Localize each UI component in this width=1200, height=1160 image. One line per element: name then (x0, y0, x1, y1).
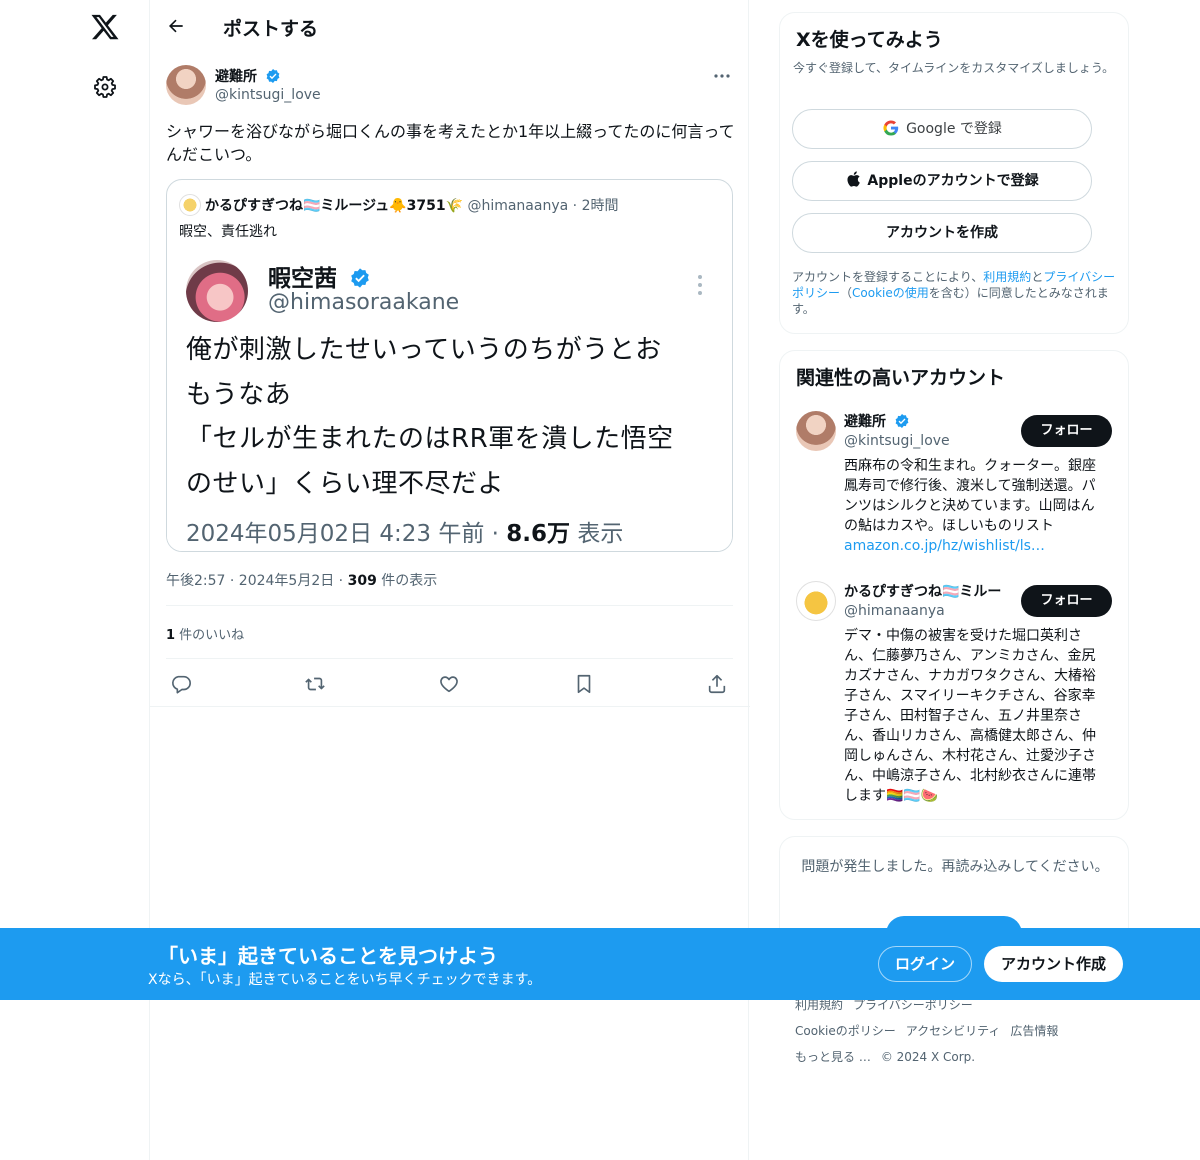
related-account[interactable]: かるぴすぎつね🏳️‍⚧️ミルー @himanaanya フォロー デマ・中傷の被… (796, 581, 1116, 806)
avatar[interactable] (796, 411, 836, 451)
post-text: シャワーを浴びながら堀口くんの事を考えたとか1年以上綴ってたのに何言ってんだこい… (166, 122, 735, 164)
divider (150, 706, 750, 707)
image-line: 「セルが生まれたのはRR軍を潰した悟空 (186, 424, 674, 454)
related-accounts-card: 関連性の高いアカウント 避難所 @kintsugi_love フォロー 西麻布の… (779, 350, 1129, 820)
reply-icon[interactable] (170, 673, 192, 695)
like-count[interactable]: 1 件のいいね (166, 624, 244, 643)
footer-link-terms[interactable]: 利用規約 (795, 998, 843, 1012)
signup-button[interactable]: アカウント作成 (984, 946, 1123, 982)
more-icon[interactable] (712, 66, 732, 86)
related-title: 関連性の高いアカウント (796, 367, 1006, 389)
image-author-name-text: 暇空茜 (268, 266, 337, 292)
legal-text: （ (840, 286, 853, 300)
google-signup-button[interactable]: Google で登録 (792, 109, 1092, 149)
image-author-name: 暇空茜 (268, 259, 371, 293)
image-views-count: 8.6万 (506, 521, 571, 547)
legal-text: と (1031, 270, 1044, 284)
verified-icon (266, 69, 280, 83)
signup-legal: アカウントを登録することにより、利用規約とプライバシーポリシー（Cookieの使… (792, 269, 1122, 317)
terms-link[interactable]: 利用規約 (983, 270, 1031, 284)
signup-title: Xを使ってみよう (796, 29, 943, 51)
like-icon[interactable] (438, 673, 460, 695)
image-author-handle: @himasoraakane (268, 290, 460, 315)
quote-timestamp[interactable]: 2時間 (582, 198, 619, 214)
page-title: ポストする (223, 18, 319, 40)
top-bar: ポストする (150, 0, 750, 54)
divider (166, 658, 733, 659)
related-account-bio: 西麻布の令和生まれ。クォーター。銀座鳳寿司で修行後、渡米して強制送還。パンツはシ… (844, 456, 1106, 556)
error-message: 問題が発生しました。再読み込みしてください。 (801, 859, 1109, 875)
signup-card: Xを使ってみよう 今すぐ登録して、タイムラインをカスタマイズしましょう。 Goo… (779, 12, 1129, 334)
related-account[interactable]: 避難所 @kintsugi_love フォロー 西麻布の令和生まれ。クォーター。… (796, 411, 1116, 561)
image-line: もうなあ (186, 379, 292, 410)
footer-link-more[interactable]: もっと見る … (795, 1050, 871, 1064)
follow-button[interactable]: フォロー (1021, 415, 1112, 447)
footer-link-ads[interactable]: 広告情報 (1010, 1024, 1058, 1038)
login-button[interactable]: ログイン (878, 946, 972, 982)
retweet-icon[interactable] (304, 673, 326, 695)
verified-icon (351, 268, 369, 288)
image-meta: 2024年05月02日 4:23 午前 · 8.6万 表示 (186, 514, 623, 548)
google-icon (883, 120, 899, 136)
footer-link-privacy[interactable]: プライバシーポリシー (853, 998, 973, 1012)
cookie-link[interactable]: Cookieの使用 (852, 286, 929, 300)
apple-signup-button[interactable]: Appleのアカウントで登録 (792, 161, 1092, 201)
banner-subtitle: Xなら、「いま」起きていることをいち早くチェックできます。 (148, 972, 542, 988)
login-banner: 「いま」起きていることを見つけよう Xなら、「いま」起きていることをいち早くチェ… (0, 928, 1200, 1000)
quote-separator: · (572, 198, 578, 214)
quote-avatar[interactable] (179, 194, 201, 216)
apple-icon (847, 171, 861, 187)
post-meta: 午後2:57 · 2024年5月2日 · 309 件の表示 (166, 570, 437, 590)
related-account-handle[interactable]: @himanaanya (844, 603, 945, 619)
image-avatar (186, 260, 248, 322)
gear-icon[interactable] (93, 75, 117, 99)
apple-signup-label: Appleのアカウントで登録 (867, 173, 1039, 189)
footer-link-accessibility[interactable]: アクセシビリティ (906, 1024, 1001, 1038)
image-post-text: 俺が刺激したせいっていうのちがうとお もうなあ 「セルが生まれたのはRR軍を潰し… (186, 328, 716, 506)
bio-text: 西麻布の令和生まれ。クォーター。銀座鳳寿司で修行後、渡米して強制送還。パンツはシ… (844, 458, 1096, 534)
related-account-bio: デマ・中傷の被害を受けた堀口英利さん、仁藤夢乃さん、アンミカさん、金尻カズナさん… (844, 628, 1096, 804)
follow-button[interactable]: フォロー (1021, 585, 1112, 617)
create-account-button[interactable]: アカウントを作成 (792, 213, 1092, 253)
like-number: 1 (166, 628, 176, 643)
image-line: のせい」くらい理不尽だよ (186, 468, 505, 499)
author-handle[interactable]: @kintsugi_love (215, 87, 321, 103)
author-name[interactable]: 避難所 (215, 66, 281, 86)
arrow-left-icon[interactable] (166, 16, 186, 36)
view-count: 309 (347, 573, 377, 589)
related-account-name[interactable]: かるぴすぎつね🏳️‍⚧️ミルー (844, 581, 1001, 601)
quote-image[interactable]: 暇空茜 @himasoraakane 俺が刺激したせいっていうのちがうとお もう… (167, 246, 732, 551)
divider (166, 605, 733, 606)
author-name-text[interactable]: 避難所 (215, 69, 257, 85)
like-label: 件のいいね (175, 628, 245, 643)
related-account-name-text[interactable]: 避難所 (844, 414, 886, 430)
quote-author-name[interactable]: かるぴすぎつね🏳️‍⚧️ミルージュ🐥3751🌾 (205, 198, 463, 214)
quote-handle[interactable]: @himanaanya (467, 198, 568, 214)
bio-link[interactable]: amazon.co.jp/hz/wishlist/ls… (844, 538, 1045, 554)
banner-title: 「いま」起きていることを見つけよう (158, 944, 498, 968)
share-icon[interactable] (706, 673, 728, 695)
quote-header: かるぴすぎつね🏳️‍⚧️ミルージュ🐥3751🌾 @himanaanya · 2時… (179, 194, 618, 216)
x-logo-icon[interactable] (90, 12, 120, 42)
avatar[interactable] (166, 65, 206, 105)
view-label: 件の表示 (376, 573, 438, 589)
footer-link-cookies[interactable]: Cookieのポリシー (795, 1024, 896, 1038)
avatar[interactable] (796, 581, 836, 621)
verified-icon (895, 414, 909, 428)
legal-text: アカウントを登録することにより、 (792, 270, 984, 284)
google-signup-label: Google で登録 (906, 121, 1002, 137)
more-vertical-icon (698, 275, 702, 295)
footer-copyright: © 2024 X Corp. (880, 1050, 976, 1064)
related-account-name[interactable]: 避難所 (844, 411, 910, 431)
post-time[interactable]: 午後2:57 · 2024年5月2日 · (166, 573, 348, 589)
quoted-post[interactable]: かるぴすぎつね🏳️‍⚧️ミルージュ🐥3751🌾 @himanaanya · 2時… (166, 179, 733, 552)
image-line: 俺が刺激したせいっていうのちがうとお (186, 335, 662, 365)
image-date: 2024年05月02日 4:23 午前 · (186, 521, 507, 547)
bookmark-icon[interactable] (573, 673, 595, 695)
image-views-label: 表示 (570, 521, 624, 547)
signup-subtitle: 今すぐ登録して、タイムラインをカスタマイズしましょう。 (793, 61, 1115, 75)
related-account-handle[interactable]: @kintsugi_love (844, 433, 950, 449)
quote-text: 暇空、責任逃れ (179, 224, 277, 240)
footer: 利用規約 プライバシーポリシー Cookieのポリシー アクセシビリティ 広告情報 も… (795, 992, 1115, 1070)
